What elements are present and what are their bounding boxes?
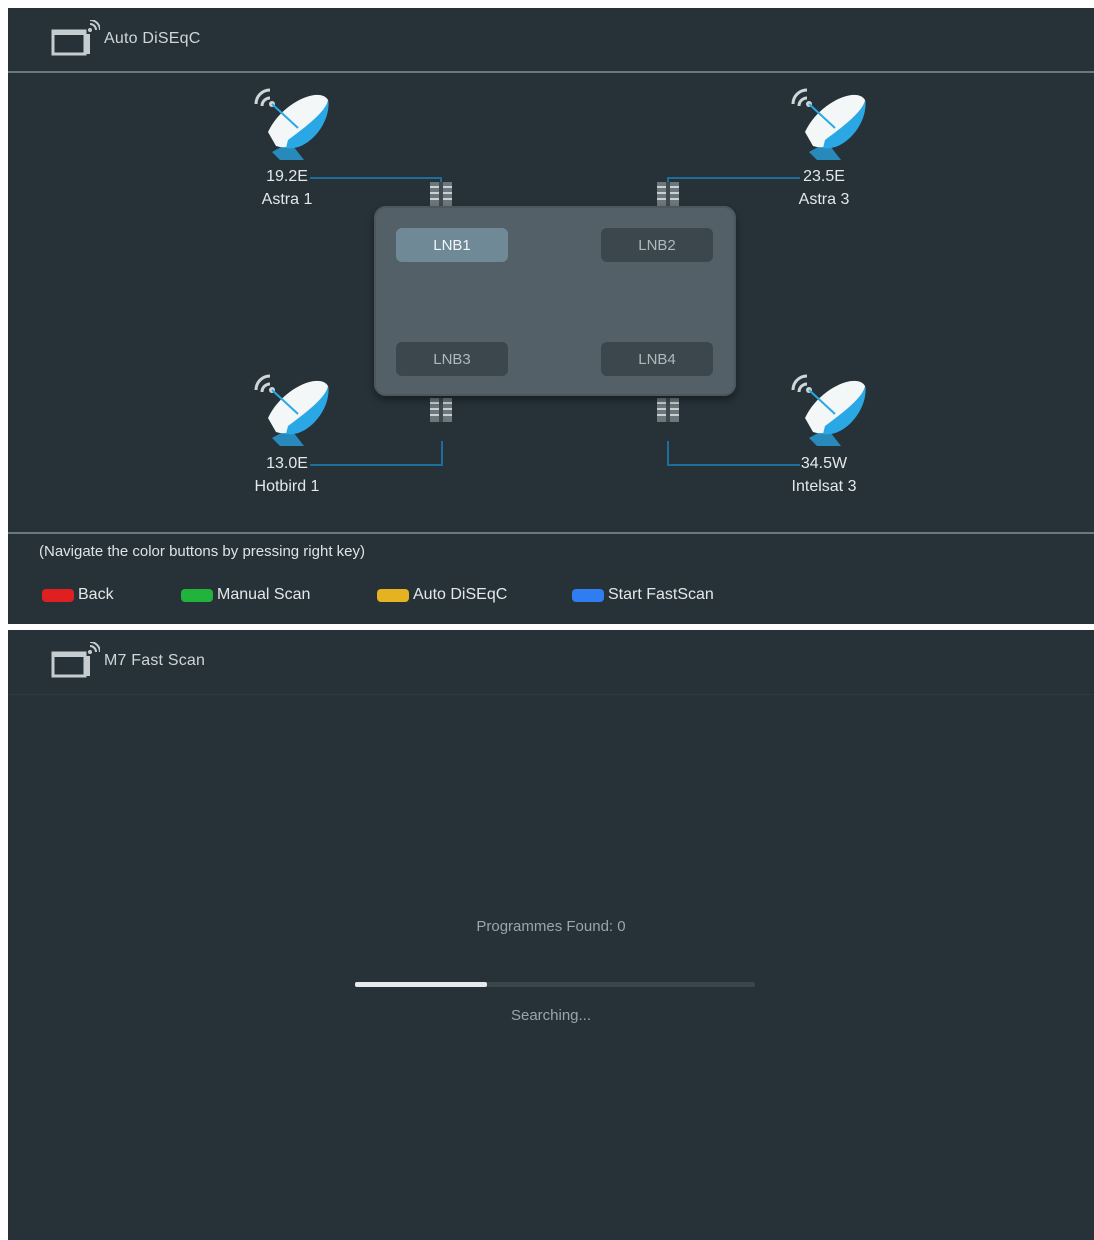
lnb3-button[interactable]: LNB3 (396, 342, 508, 376)
satellite-position: 34.5W (800, 455, 848, 472)
lnb2-button[interactable]: LNB2 (601, 228, 713, 262)
satellite-position: 23.5E (803, 168, 845, 185)
lnb1-button[interactable]: LNB1 (396, 228, 508, 262)
diseqc-switch: LNB1 LNB2 LNB3 LNB4 (374, 206, 736, 396)
satellite-dish-icon (791, 374, 866, 446)
programmes-found-label: Programmes Found: 0 (476, 918, 626, 935)
fast-scan-screen: M7 Fast Scan Programmes Found: 0 Searchi… (8, 630, 1094, 1240)
button-label: Manual Scan (217, 586, 311, 603)
auto-diseqc-button[interactable]: Auto DiSEqC (377, 586, 507, 604)
button-label: Auto DiSEqC (413, 586, 508, 603)
lnb-connector-icon (657, 182, 679, 206)
header-divider (8, 694, 1094, 695)
page-title: M7 Fast Scan (104, 652, 206, 669)
navigation-hint: (Navigate the color buttons by pressing … (39, 543, 365, 560)
lnb-connector-icon (430, 182, 452, 206)
yellow-key-icon (377, 588, 409, 602)
satellite-label: 19.2E Astra 1 (227, 165, 347, 211)
lnb-connector-icon (657, 398, 679, 422)
red-key-icon (42, 588, 74, 602)
satellite-name: Hotbird 1 (254, 478, 320, 495)
blue-key-icon (572, 588, 604, 602)
header: M7 Fast Scan (8, 630, 1094, 694)
satellite-position: 19.2E (266, 168, 308, 185)
satellite-name: Astra 3 (798, 191, 850, 208)
button-label: Back (78, 586, 114, 603)
lnb4-button[interactable]: LNB4 (601, 342, 713, 376)
satellite-name: Intelsat 3 (791, 478, 857, 495)
scan-status: Searching... (510, 1007, 592, 1024)
back-button[interactable]: Back (42, 586, 114, 604)
button-label: Start FastScan (608, 586, 714, 603)
satellite-label: 34.5W Intelsat 3 (764, 452, 884, 498)
footer-divider (8, 532, 1094, 534)
green-key-icon (181, 588, 213, 602)
manual-scan-button[interactable]: Manual Scan (181, 586, 310, 604)
lnb-connector-icon (430, 398, 452, 422)
satellite-dish-icon (791, 88, 866, 160)
scan-progress-fill (355, 982, 487, 987)
start-fastscan-button[interactable]: Start FastScan (572, 586, 714, 604)
satellite-dish-icon (254, 374, 329, 446)
scan-progress-bar (355, 982, 755, 987)
satellite-name: Astra 1 (261, 191, 313, 208)
auto-diseqc-screen: Auto DiSEqC 19.2E Astra 1 23.5E Astra 3 … (8, 8, 1094, 624)
tv-wifi-icon (51, 642, 100, 678)
satellite-label: 13.0E Hotbird 1 (227, 452, 347, 498)
satellite-position: 13.0E (266, 455, 308, 472)
satellite-dish-icon (254, 88, 329, 160)
satellite-label: 23.5E Astra 3 (764, 165, 884, 211)
